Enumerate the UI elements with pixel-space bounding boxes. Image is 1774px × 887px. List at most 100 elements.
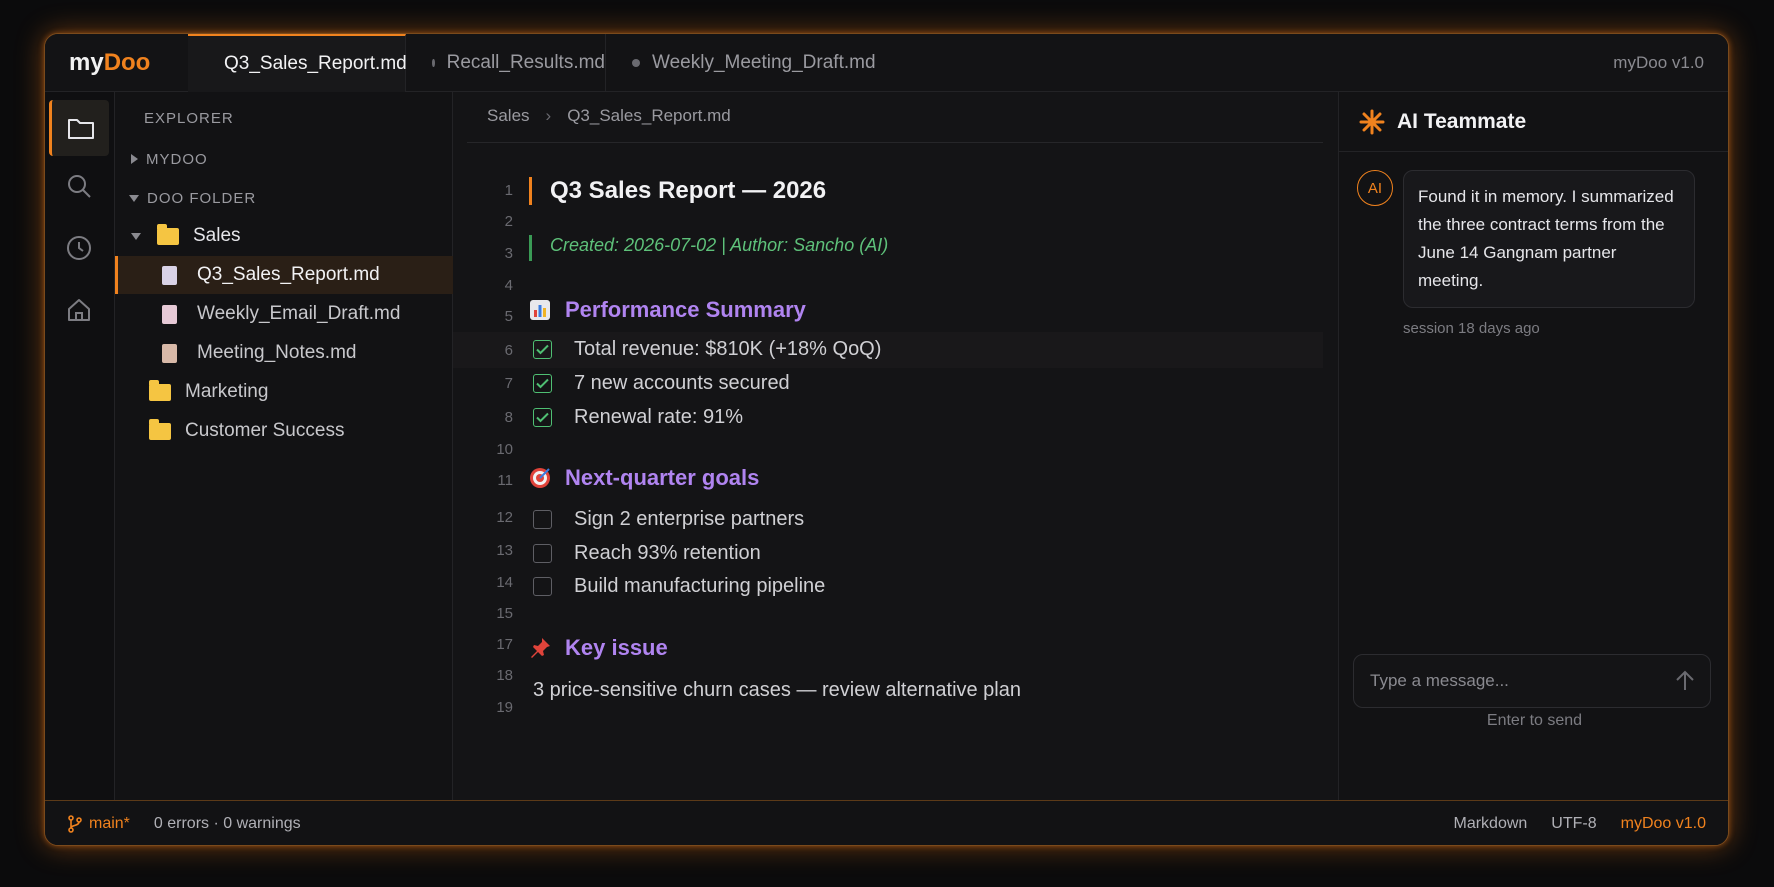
bar-chart-icon (529, 299, 551, 321)
tab-q3-sales-report[interactable]: Q3_Sales_Report.md (188, 34, 407, 92)
clock-icon (67, 236, 91, 260)
editor-pane[interactable]: Sales › Q3_Sales_Report.md 1 2 3 4 5 6 7… (453, 92, 1338, 800)
pushpin-icon (529, 637, 551, 659)
tab-dot-icon (432, 59, 435, 67)
language-mode[interactable]: Markdown (1453, 815, 1527, 833)
checklist-item: Build manufacturing pipeline (529, 575, 825, 598)
line-number: 1 (504, 182, 513, 199)
section-mydoo[interactable]: MYDOO (115, 140, 453, 178)
arrow-up-icon (1676, 670, 1694, 690)
checklist-item: Renewal rate: 91% (529, 406, 743, 429)
file-icon (162, 304, 177, 324)
history-button[interactable] (49, 220, 109, 276)
branch-indicator[interactable]: main* (67, 815, 130, 833)
heading-issue: Key issue (529, 635, 668, 661)
line-number: 11 (497, 472, 513, 489)
file-meeting-notes[interactable]: Meeting_Notes.md (115, 334, 453, 372)
folder-icon (67, 119, 94, 139)
problems-indicator[interactable]: 0 errors · 0 warnings (154, 815, 301, 833)
app-logo: myDoo (69, 49, 151, 76)
line-number: 5 (504, 308, 513, 325)
search-icon (68, 175, 91, 198)
chevron-right-icon (131, 154, 138, 164)
send-button[interactable] (1674, 670, 1696, 697)
line-number: 13 (496, 542, 513, 559)
home-button[interactable] (49, 282, 109, 338)
line-number: 8 (504, 409, 513, 426)
section-doo-folder[interactable]: DOO FOLDER (115, 179, 453, 217)
ai-avatar: AI (1357, 170, 1393, 206)
encoding[interactable]: UTF-8 (1551, 815, 1596, 833)
file-q3-sales-report[interactable]: Q3_Sales_Report.md (115, 256, 453, 294)
line-number: 3 (504, 245, 513, 262)
tab-label: Q3_Sales_Report.md (224, 53, 407, 74)
file-icon (162, 343, 177, 363)
ai-panel-header: AI Teammate (1339, 92, 1728, 152)
line-number: 19 (496, 699, 513, 716)
doc-title: Q3 Sales Report — 2026 (529, 177, 826, 205)
folder-marketing[interactable]: Marketing (115, 373, 453, 411)
tab-dot-icon (632, 59, 640, 67)
app-version: myDoo v1.0 (1613, 53, 1704, 72)
line-number: 2 (504, 213, 513, 230)
folder-sales[interactable]: Sales (115, 217, 453, 255)
issue-text: 3 price-sensitive churn cases — review a… (533, 679, 1021, 701)
status-bar: main* 0 errors · 0 warnings Markdown UTF… (45, 800, 1728, 845)
file-icon (162, 265, 177, 285)
checklist-item: Reach 93% retention (529, 542, 761, 565)
line-number: 18 (496, 667, 513, 684)
checklist-item: 7 new accounts secured (529, 372, 790, 395)
checkbox-checked[interactable] (533, 408, 552, 427)
checkbox-checked[interactable] (533, 340, 552, 359)
git-branch-icon (68, 815, 82, 833)
message-placeholder: Type a message... (1370, 671, 1509, 690)
doc-title-line: Q3 Sales Report — 2026 (529, 177, 826, 205)
checkbox-checked[interactable] (533, 374, 552, 393)
send-hint: Enter to send (1486, 712, 1583, 729)
line-number: 12 (496, 509, 513, 526)
ai-panel: AI Teammate AI Found it in memory. I sum… (1338, 92, 1728, 800)
sparkle-icon (1359, 109, 1385, 134)
tab-label: Recall_Results.md (446, 52, 605, 73)
message-input[interactable]: Type a message... (1353, 654, 1711, 708)
breadcrumb: Sales › Q3_Sales_Report.md (487, 106, 731, 126)
tab-bar: myDoo Q3_Sales_Report.md Recall_Results.… (45, 34, 1728, 92)
target-icon (529, 467, 551, 489)
session-timestamp: session 18 days ago (1403, 320, 1540, 337)
chevron-down-icon (131, 232, 141, 240)
file-weekly-email-draft[interactable]: Weekly_Email_Draft.md (115, 295, 453, 333)
folder-customer-success[interactable]: Customer Success (115, 412, 453, 450)
line-number: 4 (504, 277, 513, 294)
breadcrumb-parent[interactable]: Sales (487, 106, 530, 126)
tab-recall-results[interactable]: Recall_Results.md (406, 34, 606, 92)
explorer-panel: EXPLORER MYDOO DOO FOLDER Sales Q3_Sales… (115, 92, 453, 800)
breadcrumb-divider (467, 142, 1323, 143)
breadcrumb-current: Q3_Sales_Report.md (567, 106, 731, 125)
folder-icon (149, 418, 171, 440)
line-number: 15 (496, 605, 513, 622)
heading-performance: Performance Summary (529, 297, 806, 323)
doc-meta: Created: 2026-07-02 | Author: Sancho (AI… (529, 235, 888, 261)
activity-bar (45, 92, 115, 800)
line-number: 6 (504, 342, 513, 359)
checklist-item: Total revenue: $810K (+18% QoQ) (529, 338, 881, 361)
app-window: myDoo Q3_Sales_Report.md Recall_Results.… (44, 33, 1729, 846)
chevron-right-icon: › (545, 106, 552, 125)
line-number: 17 (496, 636, 513, 653)
chevron-down-icon (129, 194, 139, 202)
ai-panel-title: AI Teammate (1397, 109, 1527, 133)
explorer-button[interactable] (49, 100, 109, 156)
status-version: myDoo v1.0 (1620, 815, 1706, 832)
checkbox-unchecked[interactable] (533, 577, 552, 596)
line-number: 7 (504, 375, 513, 392)
checkbox-unchecked[interactable] (533, 510, 552, 529)
checkbox-unchecked[interactable] (533, 544, 552, 563)
checklist-item: Sign 2 enterprise partners (529, 508, 804, 531)
doc-meta-line: Created: 2026-07-02 | Author: Sancho (AI… (529, 235, 888, 261)
line-number: 14 (496, 574, 513, 591)
search-button[interactable] (49, 158, 109, 214)
explorer-title: EXPLORER (144, 110, 234, 127)
tab-weekly-meeting-draft[interactable]: Weekly_Meeting_Draft.md (606, 34, 886, 92)
heading-goals: Next-quarter goals (529, 465, 759, 491)
folder-icon (149, 379, 171, 401)
